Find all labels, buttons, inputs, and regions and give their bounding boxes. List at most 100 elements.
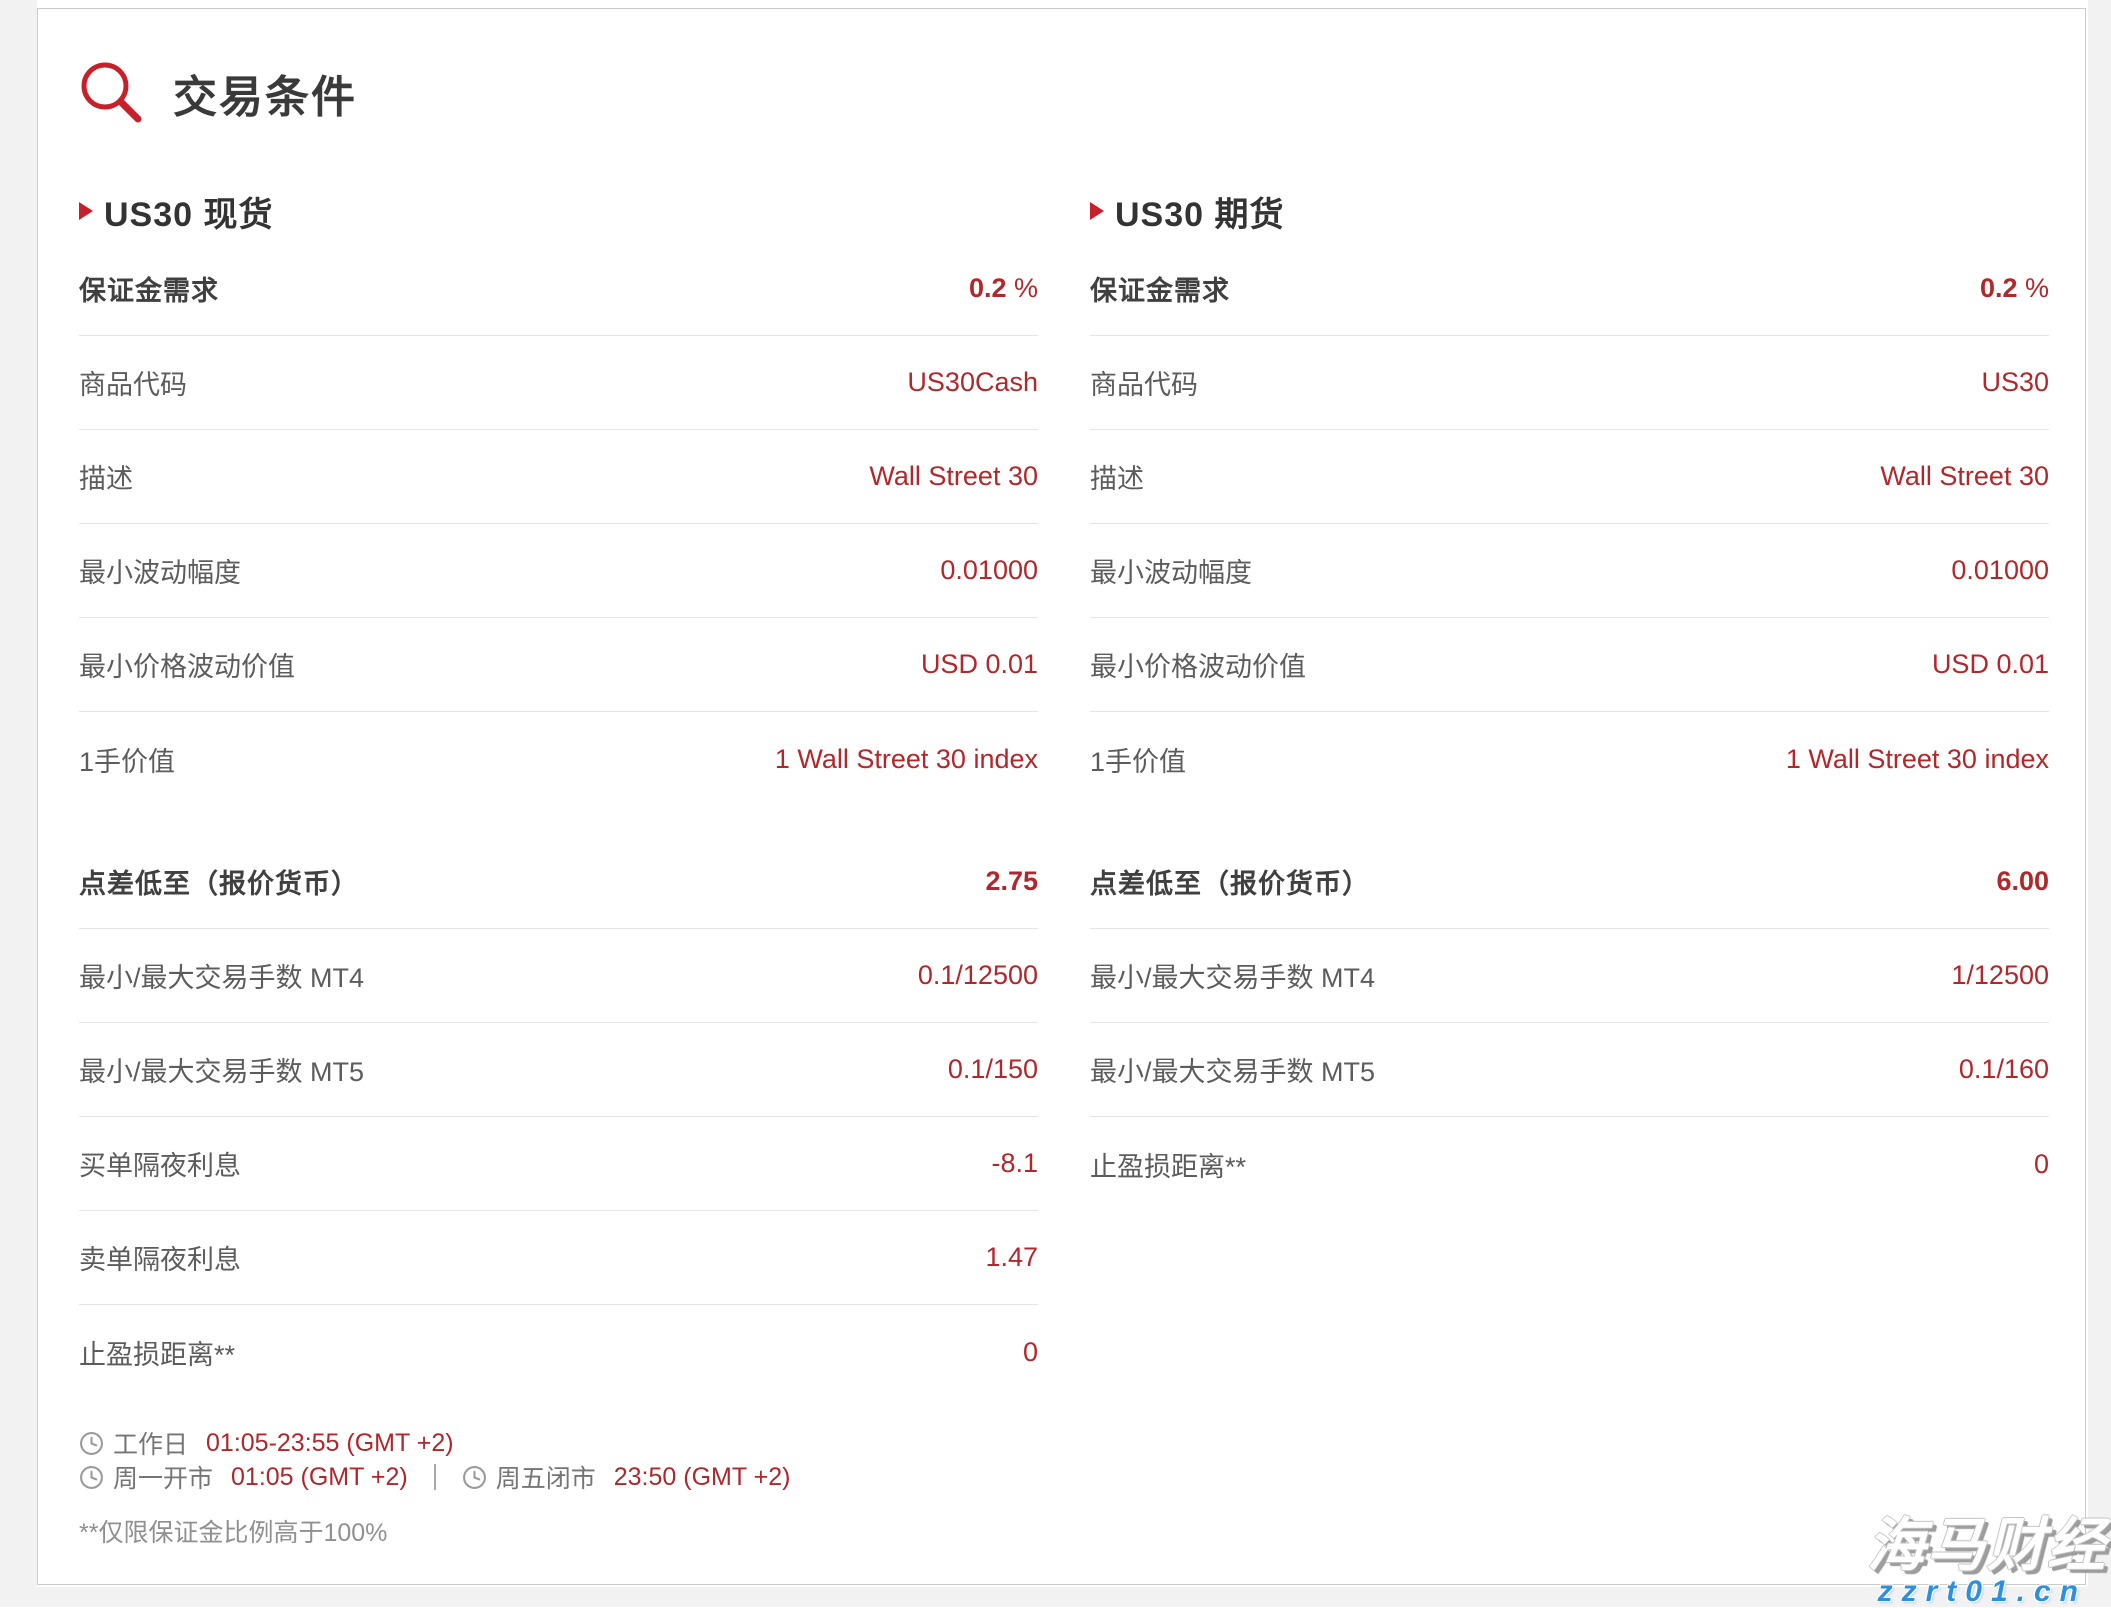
spec-label: 保证金需求 <box>79 269 219 308</box>
spec-label: 最小/最大交易手数 MT4 <box>1090 956 1375 995</box>
spec-row: 1手价值 1 Wall Street 30 index <box>79 712 1038 806</box>
spec-row: 保证金需求 0.2 % <box>1090 242 2049 336</box>
spec-value: 1 Wall Street 30 index <box>1786 744 2049 775</box>
spec-label: 最小/最大交易手数 MT5 <box>79 1050 364 1089</box>
spec-value: 0 <box>2034 1149 2049 1180</box>
spec-row: 描述 Wall Street 30 <box>79 430 1038 524</box>
watermark-url: zzrt01.cn <box>1867 1577 2087 1607</box>
spec-group: 点差低至（报价货币）2.75最小/最大交易手数 MT40.1/12500最小/最… <box>79 835 1038 1399</box>
clock-icon <box>79 1465 104 1490</box>
spec-value: 0.2 % <box>1980 273 2049 304</box>
spec-value: 0.1/160 <box>1959 1054 2049 1085</box>
spec-label: 商品代码 <box>79 363 187 402</box>
spec-row: 最小/最大交易手数 MT4 1/12500 <box>1090 929 2049 1023</box>
spec-row: 商品代码 US30 <box>1090 336 2049 430</box>
spec-value: 0.2 % <box>969 273 1038 304</box>
spec-row: 描述 Wall Street 30 <box>1090 430 2049 524</box>
spec-value-suffix: % <box>2017 273 2049 303</box>
spec-value: 2.75 <box>985 866 1038 897</box>
spec-label: 卖单隔夜利息 <box>79 1238 241 1277</box>
page-gutter-left <box>0 0 37 1607</box>
spec-value: USD 0.01 <box>1932 649 2049 680</box>
trading-conditions-card: 交易条件 US30 现货 保证金需求 0.2 % 商品代码 US30Cash 描述 Wal… <box>37 8 2086 1585</box>
page-header: 交易条件 <box>79 60 2049 126</box>
hours-time: 23:50 (GMT +2) <box>614 1463 791 1492</box>
spec-value: 0.1/12500 <box>918 960 1038 991</box>
spec-group: 保证金需求 0.2 % 商品代码 US30Cash 描述 Wall Street 30 最小… <box>79 242 1038 806</box>
spec-group: 点差低至（报价货币）6.00最小/最大交易手数 MT41/12500最小/最大交… <box>1090 835 2049 1211</box>
spec-label: 最小波动幅度 <box>1090 551 1252 590</box>
spec-label: 最小/最大交易手数 MT4 <box>79 956 364 995</box>
hours-label: 工作日 <box>113 1425 188 1461</box>
hours-line-open-close: 周一开市 01:05 (GMT +2) 周五闭市 23:50 (GMT +2) <box>79 1460 1038 1494</box>
spec-value: -8.1 <box>991 1148 1038 1179</box>
spec-table-spot: 保证金需求 0.2 % 商品代码 US30Cash 描述 Wall Street 30 最小… <box>79 242 1038 1399</box>
spec-value: 6.00 <box>1996 866 2049 897</box>
spec-label: 最小/最大交易手数 MT5 <box>1090 1050 1375 1089</box>
spec-row: 卖单隔夜利息 1.47 <box>79 1211 1038 1305</box>
spec-row: 最小/最大交易手数 MT5 0.1/150 <box>79 1023 1038 1117</box>
spec-row: 1手价值 1 Wall Street 30 index <box>1090 712 2049 806</box>
spec-row: 最小价格波动价值 USD 0.01 <box>1090 618 2049 712</box>
hours-label: 周一开市 <box>113 1459 213 1495</box>
triangle-bullet-icon <box>79 202 93 220</box>
spec-row: 最小/最大交易手数 MT4 0.1/12500 <box>79 929 1038 1023</box>
column-us30-spot: US30 现货 保证金需求 0.2 % 商品代码 US30Cash 描述 Wall Str… <box>79 188 1038 1548</box>
spec-value: Wall Street 30 <box>869 461 1038 492</box>
watermark-brand: 海马财经 <box>1867 1517 2107 1575</box>
spec-label: 描述 <box>79 457 133 496</box>
spec-value: 1 Wall Street 30 index <box>775 744 1038 775</box>
spec-row: 点差低至（报价货币） 2.75 <box>79 835 1038 929</box>
spec-row: 最小/最大交易手数 MT5 0.1/160 <box>1090 1023 2049 1117</box>
hours-item: 周一开市 01:05 (GMT +2) <box>79 1459 408 1495</box>
spec-value: 0.01000 <box>940 555 1038 586</box>
spec-row: 最小波动幅度 0.01000 <box>1090 524 2049 618</box>
margin-footnote: **仅限保证金比例高于100% <box>79 1518 1038 1548</box>
spec-value: Wall Street 30 <box>1880 461 2049 492</box>
spec-label: 1手价值 <box>1090 740 1186 779</box>
spec-row: 点差低至（报价货币） 6.00 <box>1090 835 2049 929</box>
spec-label: 最小价格波动价值 <box>1090 645 1306 684</box>
page: { "header": { "title": "交易条件" }, "column… <box>0 0 2111 1607</box>
column-title: US30 现货 <box>104 187 274 236</box>
spec-label: 点差低至（报价货币） <box>79 862 359 901</box>
spec-label: 买单隔夜利息 <box>79 1144 241 1183</box>
spec-table-futures: 保证金需求 0.2 % 商品代码 US30 描述 Wall Street 30 最小波动幅度… <box>1090 242 2049 1211</box>
spec-group: 保证金需求 0.2 % 商品代码 US30 描述 Wall Street 30 最小波动幅度… <box>1090 242 2049 806</box>
spec-row: 买单隔夜利息 -8.1 <box>79 1117 1038 1211</box>
spec-row: 止盈损距离** 0 <box>1090 1117 2049 1211</box>
trading-hours: 工作日 01:05-23:55 (GMT +2) 周一开市 01:05 (GMT… <box>79 1426 1038 1494</box>
page-gutter-right <box>2088 0 2111 1607</box>
magnifier-icon <box>79 60 145 126</box>
hours-time: 01:05-23:55 (GMT +2) <box>206 1429 454 1458</box>
watermark: 海马财经 zzrt01.cn <box>1867 1517 2107 1607</box>
columns: US30 现货 保证金需求 0.2 % 商品代码 US30Cash 描述 Wall Str… <box>79 188 2049 1548</box>
spec-value: 1.47 <box>985 1242 1038 1273</box>
hours-time: 01:05 (GMT +2) <box>231 1463 408 1492</box>
spec-value: 0 <box>1023 1337 1038 1368</box>
spec-label: 保证金需求 <box>1090 269 1230 308</box>
hours-item: 工作日 01:05-23:55 (GMT +2) <box>79 1425 454 1461</box>
spec-value-suffix: % <box>1006 273 1038 303</box>
page-title: 交易条件 <box>173 61 357 125</box>
clock-icon <box>462 1465 487 1490</box>
spec-label: 点差低至（报价货币） <box>1090 862 1370 901</box>
spec-label: 商品代码 <box>1090 363 1198 402</box>
spec-value: 0.1/150 <box>948 1054 1038 1085</box>
spec-label: 描述 <box>1090 457 1144 496</box>
spec-value: US30 <box>1981 367 2049 398</box>
column-header-futures: US30 期货 <box>1090 188 2049 234</box>
spec-value: 1/12500 <box>1951 960 2049 991</box>
clock-icon <box>79 1431 104 1456</box>
hours-item: 周五闭市 23:50 (GMT +2) <box>462 1459 791 1495</box>
spec-value: 0.01000 <box>1951 555 2049 586</box>
spec-row: 止盈损距离**0 <box>79 1305 1038 1399</box>
spec-label: 最小波动幅度 <box>79 551 241 590</box>
column-us30-futures: US30 期货 保证金需求 0.2 % 商品代码 US30 描述 Wall Street … <box>1090 188 2049 1548</box>
spec-label: 1手价值 <box>79 740 175 779</box>
spec-value: USD 0.01 <box>921 649 1038 680</box>
spec-value: US30Cash <box>907 367 1038 398</box>
spec-row: 最小价格波动价值USD 0.01 <box>79 618 1038 712</box>
spec-row: 商品代码 US30Cash <box>79 336 1038 430</box>
spec-label: 止盈损距离** <box>1090 1145 1246 1184</box>
